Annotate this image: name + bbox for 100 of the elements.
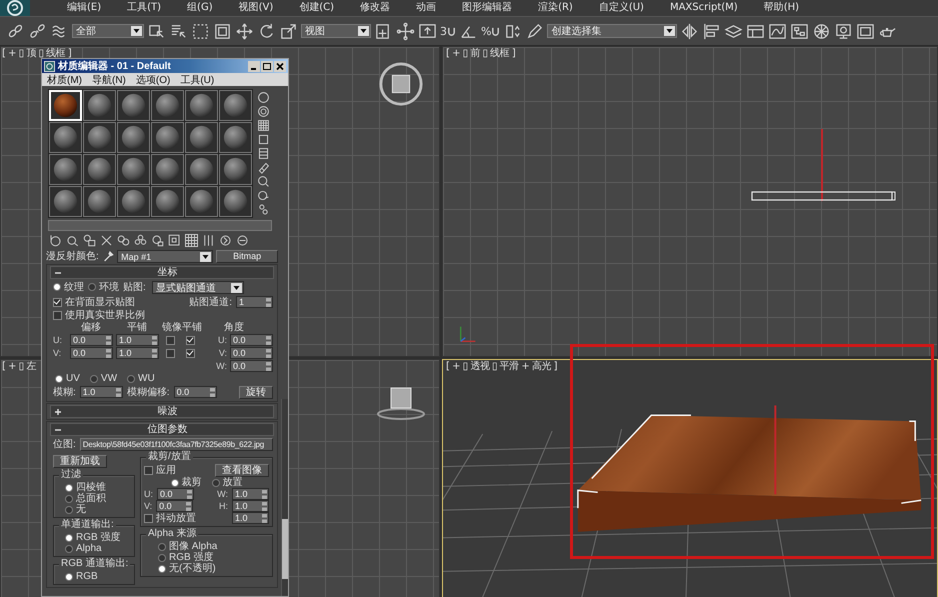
menu-item[interactable]: 工具(U) (180, 72, 214, 86)
nested-square-icon[interactable] (213, 22, 232, 40)
radio-button[interactable]: 四棱锥 (57, 482, 131, 493)
menu-item[interactable]: 导航(N) (92, 72, 126, 86)
rotate-button[interactable]: 旋转 (239, 386, 273, 398)
number-field[interactable]: 0.0 (70, 347, 113, 359)
menu-item[interactable]: 动画 (403, 1, 450, 15)
number-field[interactable]: 1 (236, 296, 273, 308)
snap-toggle[interactable]: 3 (440, 24, 456, 38)
number-field[interactable]: 0.0 (230, 347, 273, 359)
snap-toggle[interactable]: % (481, 24, 500, 38)
radio-button[interactable]: 纹理 (53, 282, 84, 292)
number-field[interactable]: 0.0 (157, 488, 194, 500)
menu-item[interactable]: 帮助(H) (750, 1, 812, 15)
map-type-button[interactable]: Bitmap (216, 250, 278, 262)
checkbox[interactable]: 抖动放置 (144, 512, 196, 524)
toolbar-dropdown[interactable]: 视图 (301, 24, 371, 38)
radio-button[interactable]: 环境 (88, 282, 119, 292)
viewport[interactable]: [ + ▯ 前 ▯ 线框 ] (442, 46, 938, 357)
toolbar-dropdown[interactable]: 全部 (72, 24, 144, 38)
number-field[interactable]: 1.0 (232, 512, 269, 524)
radio-button[interactable]: RGB 强度 (57, 532, 131, 543)
checkbox[interactable]: 使用真实世界比例 (53, 310, 145, 321)
menu-item[interactable]: 选项(O) (136, 72, 170, 86)
dropdown-arrow-icon[interactable] (664, 26, 676, 36)
menu-item[interactable]: 渲染(R) (525, 1, 586, 15)
vertical-scrollbar[interactable] (281, 399, 288, 596)
viewport-label[interactable]: [ + ▯ 左 (2, 361, 36, 372)
toolbar-dropdown[interactable]: 创建选择集 (547, 24, 678, 38)
view-image-button[interactable]: 查看图像 (215, 464, 269, 477)
menu-item[interactable]: 组(G) (174, 1, 226, 15)
close-icon[interactable] (274, 60, 286, 72)
dropdown-arrow-icon[interactable] (358, 26, 369, 36)
number-field[interactable]: 1.0 (232, 488, 269, 500)
bitmap-path-button[interactable]: Desktop\58fd45e03f1f100fc3faa7fb7325e89b_622.jpg (80, 438, 273, 450)
mirror-checkbox[interactable] (166, 348, 174, 358)
radio-button[interactable]: 裁剪 (170, 477, 202, 488)
rollout-header[interactable]: 位图参数 (50, 423, 274, 436)
viewport-label[interactable]: [ + ▯ 顶 ▯ 线框 ] (2, 48, 72, 59)
dropdown-arrow-icon[interactable] (131, 26, 142, 36)
number-field[interactable]: 0.0 (174, 386, 217, 398)
minimize-icon[interactable] (248, 60, 260, 72)
magnet-icon[interactable] (447, 26, 456, 36)
radio-button[interactable]: WU (127, 373, 155, 384)
dashed-square-icon[interactable] (191, 22, 210, 40)
backlight-sphere-icon[interactable] (257, 105, 270, 118)
app-logo-icon[interactable] (0, 0, 30, 16)
go-forward-icon[interactable] (218, 233, 233, 248)
square-icon[interactable] (257, 133, 270, 146)
board-outline[interactable] (751, 191, 896, 203)
number-field[interactable]: 0.0 (230, 360, 273, 372)
number-field[interactable]: 0.0 (230, 334, 273, 346)
plus-icon[interactable] (54, 408, 62, 416)
radio-button[interactable]: VW (90, 373, 118, 384)
radio-button[interactable]: 图像 Alpha (144, 541, 269, 552)
move-icon[interactable] (235, 22, 254, 40)
align-icon[interactable] (702, 22, 722, 40)
menu-item[interactable]: 材质(M) (47, 72, 82, 86)
rollout-header[interactable]: 噪波 (50, 405, 274, 418)
curve-editor-icon[interactable] (768, 22, 788, 40)
menu-item[interactable]: 自定义(U) (586, 1, 657, 15)
magnet-icon[interactable] (491, 26, 500, 36)
maximize-icon[interactable] (261, 60, 273, 72)
viewport[interactable]: [ + ▯ 透视 ▯ 平滑 + 高光 ] (442, 359, 938, 597)
dropdown-arrow-icon[interactable] (200, 252, 212, 262)
schematic-icon[interactable] (790, 22, 810, 40)
reload-button[interactable]: 重新加载 (53, 455, 107, 468)
menu-item[interactable]: 视图(V) (226, 1, 286, 15)
mirror-icon[interactable] (680, 22, 700, 40)
sphere-icon[interactable] (257, 91, 270, 104)
dropdown-arrow-icon[interactable] (230, 282, 242, 292)
tile-checkbox[interactable] (186, 336, 194, 344)
number-field[interactable]: 1.0 (116, 347, 159, 359)
radio-button[interactable]: RGB (57, 571, 131, 582)
mirror-checkbox[interactable] (166, 336, 174, 344)
checker-icon[interactable] (257, 119, 270, 132)
viewport-label[interactable]: [ + ▯ 透视 ▯ 平滑 + 高光 ] (446, 361, 557, 372)
radio-button[interactable]: 无 (57, 504, 131, 515)
number-field[interactable]: 0.0 (70, 334, 113, 346)
checkbox[interactable]: 在背面显示贴图 (53, 296, 135, 308)
number-field[interactable]: 1.0 (80, 386, 123, 398)
number-field[interactable]: 1.0 (116, 334, 159, 346)
horizontal-scrollbar[interactable] (48, 220, 272, 231)
radio-button[interactable]: 放置 (212, 477, 242, 488)
checker-icon[interactable] (184, 233, 199, 248)
radio-button[interactable]: Alpha (57, 543, 131, 554)
render-setup-icon[interactable] (834, 22, 854, 40)
number-field[interactable]: 1.0 (232, 500, 269, 512)
radio-button[interactable]: UV (55, 373, 80, 384)
radio-button[interactable]: 无(不透明) (144, 563, 269, 574)
number-field[interactable]: 0.0 (156, 500, 194, 512)
checkbox[interactable]: 应用 (144, 465, 176, 476)
pencil-icon[interactable] (525, 22, 544, 40)
rollout-header[interactable]: 坐标 (50, 266, 274, 279)
menu-item[interactable]: 修改器 (347, 1, 404, 15)
menu-item[interactable]: MAXScript(M) (656, 1, 751, 15)
tile-checkbox[interactable] (186, 348, 194, 358)
radio-button[interactable]: RGB 强度 (144, 552, 269, 563)
menu-item[interactable]: 工具(T) (114, 1, 174, 15)
menu-item[interactable]: 编辑(E) (54, 1, 114, 15)
